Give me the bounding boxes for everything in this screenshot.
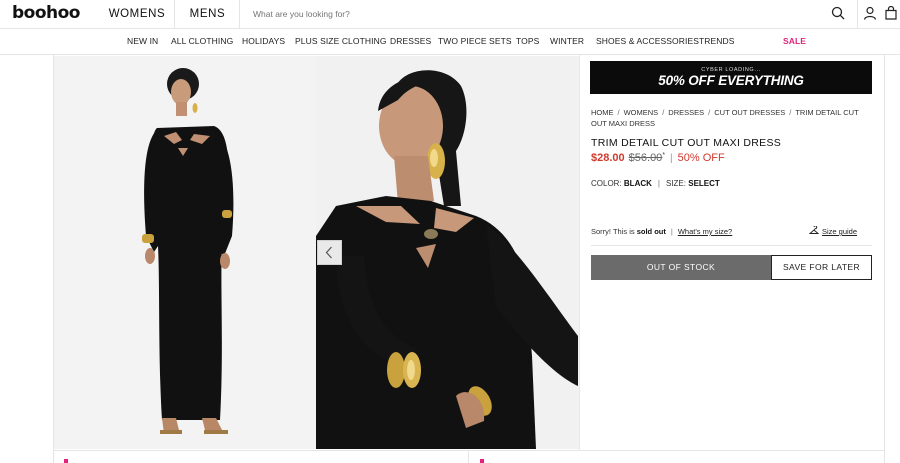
price-divider: | — [670, 153, 673, 164]
save-for-later-button[interactable]: SAVE FOR LATER — [771, 255, 872, 280]
nav-sale[interactable]: SALE — [783, 29, 806, 55]
main-navigation: NEW IN ALL CLOTHING HOLIDAYS PLUS SIZE C… — [0, 29, 900, 55]
sold-out-prefix: Sorry! This is — [591, 227, 635, 236]
search-input[interactable] — [241, 0, 816, 28]
size-guide-link[interactable]: Size guide — [808, 225, 858, 236]
gallery-prev-button[interactable] — [317, 240, 342, 265]
bottom-marker — [480, 459, 484, 463]
account-icon[interactable] — [863, 6, 877, 20]
nav-shoes-accessories[interactable]: SHOES & ACCESSORIES — [596, 29, 699, 55]
model-closeup-illustration — [316, 70, 578, 449]
availability-divider: | — [670, 227, 673, 236]
hanger-icon — [808, 225, 820, 234]
shopping-bag-icon[interactable] — [884, 6, 898, 20]
sold-out-status: sold out — [636, 227, 666, 236]
breadcrumb: HOME / WOMENS / DRESSES / CUT OUT DRESSES / TRIM… — [591, 107, 876, 129]
price-row: $28.00 $56.00* | 50% OFF — [591, 152, 725, 164]
product-image-closeup[interactable] — [316, 56, 579, 449]
tab-womens[interactable]: WOMENS — [100, 0, 175, 28]
gallery-divider — [579, 55, 580, 450]
breadcrumb-home[interactable]: HOME — [591, 108, 614, 117]
banner-headline: 50% OFF EVERYTHING — [658, 73, 804, 88]
gallery-border-bottom — [53, 450, 885, 451]
breadcrumb-separator: / — [708, 108, 711, 117]
nav-dresses[interactable]: DRESSES — [390, 29, 431, 55]
original-price: $56.00 — [628, 152, 663, 164]
search-icon[interactable] — [831, 6, 845, 20]
nav-new-in[interactable]: NEW IN — [127, 29, 158, 55]
boohoo-logo[interactable]: boohoo — [12, 3, 81, 23]
chevron-left-icon — [325, 246, 332, 259]
search-bar — [241, 0, 857, 28]
header-divider — [857, 0, 858, 28]
bottom-marker — [64, 459, 68, 463]
size-value[interactable]: SELECT — [688, 179, 720, 188]
breadcrumb-separator: / — [789, 108, 792, 117]
product-title: TRIM DETAIL CUT OUT MAXI DRESS — [591, 137, 782, 149]
options-divider: | — [657, 179, 660, 188]
section-divider — [591, 245, 872, 246]
breadcrumb-cut-out-dresses[interactable]: CUT OUT DRESSES — [714, 108, 785, 117]
price-asterisk: * — [662, 152, 666, 159]
breadcrumb-separator: / — [617, 108, 620, 117]
size-label: SIZE: — [665, 179, 686, 188]
product-image-full-length[interactable] — [54, 56, 316, 449]
nav-winter[interactable]: WINTER — [550, 29, 584, 55]
breadcrumb-womens[interactable]: WOMENS — [624, 108, 659, 117]
page-border-right — [884, 55, 885, 463]
bottom-divider — [468, 451, 469, 463]
tab-mens[interactable]: MENS — [176, 0, 240, 28]
nav-all-clothing[interactable]: ALL CLOTHING — [171, 29, 233, 55]
nav-plus-size-clothing[interactable]: PLUS SIZE CLOTHING — [295, 29, 387, 55]
product-options: COLOR: BLACK | SIZE: SELECT — [591, 179, 720, 188]
color-label: COLOR: — [591, 179, 622, 188]
current-price: $28.00 — [591, 152, 625, 164]
model-full-length-illustration — [142, 68, 234, 434]
nav-two-piece-sets[interactable]: TWO PIECE SETS — [438, 29, 512, 55]
top-header: boohoo WOMENS MENS — [0, 0, 900, 29]
promo-banner[interactable]: CYBER LOADING... 50% OFF EVERYTHING — [590, 61, 872, 94]
discount-label: 50% OFF — [677, 152, 725, 164]
nav-tops[interactable]: TOPS — [516, 29, 539, 55]
size-guide-label: Size guide — [822, 227, 858, 236]
breadcrumb-dresses[interactable]: DRESSES — [668, 108, 704, 117]
breadcrumb-separator: / — [662, 108, 665, 117]
nav-trends[interactable]: TRENDS — [699, 29, 735, 55]
nav-holidays[interactable]: HOLIDAYS — [242, 29, 285, 55]
whats-my-size-link[interactable]: What's my size? — [678, 227, 732, 236]
availability-row: Sorry! This is sold out | What's my size? — [591, 227, 732, 236]
out-of-stock-button[interactable]: OUT OF STOCK — [591, 255, 771, 280]
nav-blank-item[interactable] — [745, 29, 773, 55]
color-value[interactable]: BLACK — [624, 179, 652, 188]
